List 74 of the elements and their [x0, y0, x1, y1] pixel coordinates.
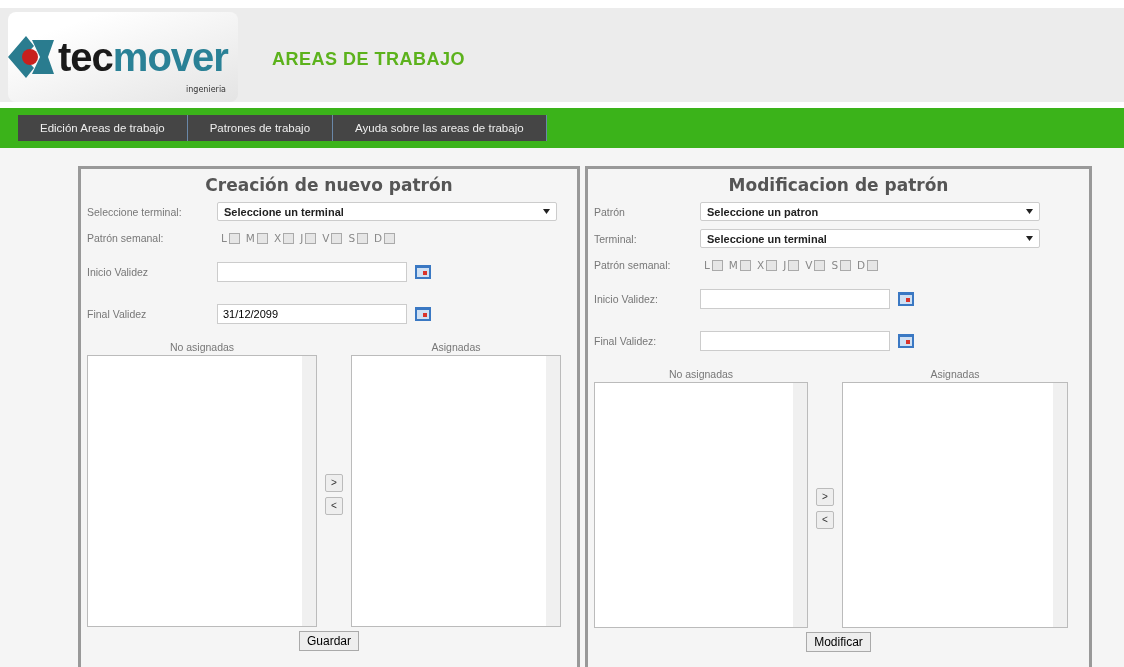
checkbox[interactable] [357, 232, 369, 244]
day-label: J [783, 259, 787, 271]
calendar-icon[interactable] [415, 265, 431, 279]
checkbox[interactable] [766, 259, 778, 271]
dropdown-arrow-icon [1026, 236, 1033, 241]
list-label: No asignadas [169, 341, 235, 353]
day-label: D [857, 259, 866, 271]
checkbox[interactable] [283, 232, 295, 244]
day-label: D [374, 232, 383, 244]
day-label: L [221, 232, 227, 244]
day-label: S [348, 232, 356, 244]
list-label: Asignadas [930, 368, 980, 380]
checkbox[interactable] [867, 259, 879, 271]
day-label: V [805, 259, 813, 271]
menu-tab[interactable]: Edición Areas de trabajo [18, 115, 188, 141]
calendar-icon[interactable] [898, 334, 914, 348]
move-button[interactable]: > [816, 487, 834, 506]
dropdown-arrow-icon [543, 209, 550, 214]
move-button[interactable]: < [325, 496, 343, 515]
field-label: Inicio Validez: [594, 293, 659, 305]
move-button[interactable]: > [325, 473, 343, 492]
dropdown[interactable]: Seleccione un patron [700, 202, 1040, 221]
field-label: Final Validez [87, 308, 148, 320]
list-box[interactable] [87, 355, 317, 627]
checkbox[interactable] [305, 232, 317, 244]
checkbox[interactable] [739, 259, 751, 271]
day-label: J [300, 232, 304, 244]
logo-tagline: ingenieria [186, 85, 226, 94]
page-title: AREAS DE TRABAJO [272, 48, 466, 70]
field-label: Terminal: [594, 232, 638, 245]
date-field[interactable] [217, 262, 407, 282]
action-button[interactable]: Modificar [806, 632, 871, 652]
checkbox[interactable] [840, 259, 852, 271]
checkbox[interactable] [228, 232, 240, 244]
checkbox[interactable] [256, 232, 268, 244]
day-label: M [728, 259, 738, 271]
checkbox[interactable] [711, 259, 723, 271]
move-button[interactable]: < [816, 510, 834, 529]
date-field[interactable]: 31/12/2099 [217, 304, 407, 324]
checkbox[interactable] [331, 232, 343, 244]
field-label: Patrón semanal: [594, 259, 672, 271]
list-box[interactable] [594, 382, 808, 628]
day-label: V [322, 232, 330, 244]
logo-wordmark: tecmover [58, 34, 228, 80]
dropdown-arrow-icon [1026, 209, 1033, 214]
list-box[interactable] [842, 382, 1068, 628]
field-label: Inicio Validez [87, 266, 150, 278]
logo-mark-icon [8, 36, 54, 78]
day-label: S [831, 259, 839, 271]
menu-tab[interactable]: Ayuda sobre las areas de trabajo [333, 115, 547, 141]
day-label: M [245, 232, 255, 244]
checkbox[interactable] [384, 232, 396, 244]
panel-title: Creación de nuevo patrón [205, 175, 453, 195]
checkbox[interactable] [788, 259, 800, 271]
dropdown[interactable]: Seleccione un terminal [217, 202, 557, 221]
dropdown[interactable]: Seleccione un terminal [700, 229, 1040, 248]
list-box[interactable] [351, 355, 561, 627]
day-label: X [273, 232, 282, 244]
action-button[interactable]: Guardar [299, 631, 359, 651]
field-label: Seleccione terminal: [87, 205, 183, 218]
calendar-icon[interactable] [415, 307, 431, 321]
field-label: Patrón [594, 205, 626, 218]
list-label: Asignadas [431, 341, 481, 353]
list-label: No asignadas [668, 368, 734, 380]
menu-tab[interactable]: Patrones de trabajo [187, 115, 334, 141]
day-label: X [756, 259, 765, 271]
date-field[interactable] [700, 289, 890, 309]
date-field[interactable] [700, 331, 890, 351]
field-label: Final Validez: [594, 335, 658, 347]
calendar-icon[interactable] [898, 292, 914, 306]
day-label: L [704, 259, 710, 271]
checkbox[interactable] [814, 259, 826, 271]
panel-title: Modificacion de patrón [728, 175, 949, 195]
field-label: Patrón semanal: [87, 232, 165, 244]
